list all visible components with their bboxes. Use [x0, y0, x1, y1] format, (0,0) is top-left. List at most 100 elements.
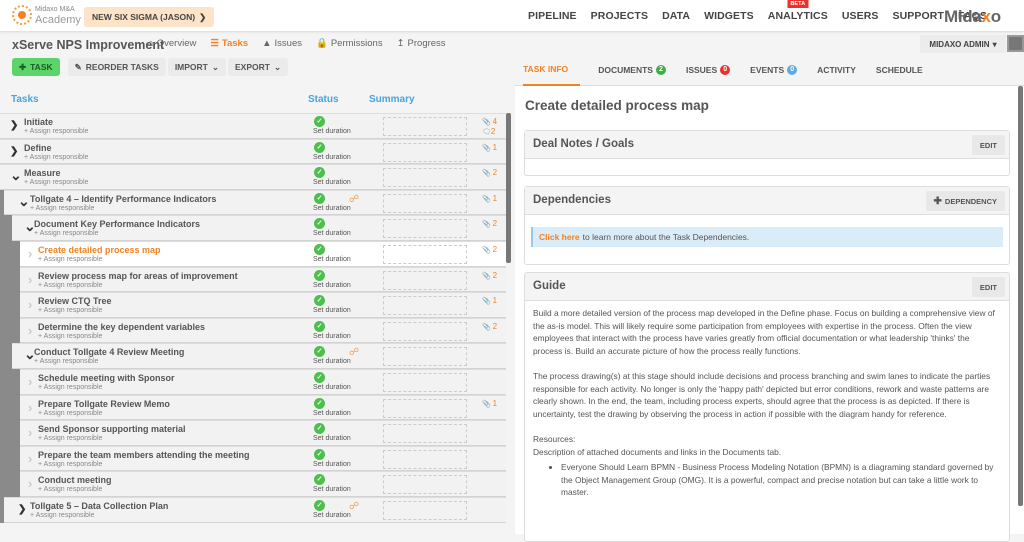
assign-responsible-link[interactable]: + Assign responsible	[30, 205, 94, 212]
set-duration-link[interactable]: Set duration	[313, 435, 351, 442]
summary-field[interactable]	[383, 270, 467, 290]
task-list-scrollbar[interactable]	[506, 113, 511, 263]
chevron-right-icon[interactable]: ›	[28, 272, 32, 287]
column-header-tasks[interactable]: Tasks	[11, 94, 39, 105]
guide-edit-button[interactable]: EDIT	[971, 277, 1005, 297]
export-button[interactable]: EXPORT ⌄	[228, 58, 289, 76]
chevron-right-icon[interactable]: ❯	[10, 146, 18, 157]
set-duration-link[interactable]: Set duration	[313, 410, 351, 417]
status-check-icon[interactable]: ✓	[314, 167, 325, 179]
assign-responsible-link[interactable]: + Assign responsible	[38, 410, 102, 417]
tab-issues[interactable]: ▲ Issues	[262, 38, 302, 49]
attachments-count[interactable]: 📎 1	[482, 194, 497, 203]
status-check-icon[interactable]: ✓	[314, 423, 325, 435]
task-row[interactable]: ⌄ Conduct Tollgate 4 Review Meeting + Assi…	[12, 343, 506, 369]
task-row[interactable]: › Conduct meeting + Assign responsible ✓ Set…	[20, 471, 506, 497]
tab-overview[interactable]: ⌂ Overview	[148, 38, 196, 49]
summary-field[interactable]	[383, 398, 467, 418]
task-name[interactable]: Measure	[24, 168, 61, 178]
nav-projects[interactable]: PROJECTS	[591, 10, 648, 22]
task-name[interactable]: Tollgate 5 – Data Collection Plan	[30, 501, 168, 511]
assign-responsible-link[interactable]: + Assign responsible	[38, 307, 102, 314]
task-row[interactable]: › Review process map for areas of improve…	[20, 266, 506, 293]
attachments-count[interactable]: 📎 2	[482, 271, 497, 280]
task-row[interactable]: ❯ Initiate + Assign responsible ✓ Set durati…	[0, 113, 506, 139]
status-check-icon[interactable]: ✓	[314, 116, 325, 127]
status-check-icon[interactable]: ✓	[314, 244, 325, 255]
task-row[interactable]: ❯ Define + Assign responsible ✓ Set duration…	[0, 138, 506, 165]
attachments-count[interactable]: 📎 1	[482, 143, 497, 152]
nav-widgets[interactable]: WIDGETS	[704, 10, 754, 22]
chevron-right-icon[interactable]: ❯	[10, 120, 18, 131]
chevron-right-icon[interactable]: ❯	[18, 504, 26, 515]
attachments-count[interactable]: 📎 2	[482, 245, 497, 254]
nav-data[interactable]: DATA	[662, 10, 690, 22]
tab-tasks[interactable]: ☰ Tasks	[210, 38, 248, 49]
status-check-icon[interactable]: ✓	[314, 269, 325, 281]
set-duration-link[interactable]: Set duration	[313, 205, 351, 212]
chevron-right-icon[interactable]: ›	[28, 297, 32, 312]
dependency-link-icon[interactable]: ☍	[349, 501, 359, 512]
assign-responsible-link[interactable]: + Assign responsible	[38, 333, 102, 340]
summary-field[interactable]	[383, 193, 467, 213]
chevron-right-icon[interactable]: ›	[28, 476, 32, 491]
task-name[interactable]: Conduct Tollgate 4 Review Meeting	[34, 347, 184, 357]
set-duration-link[interactable]: Set duration	[313, 384, 351, 391]
tab-events[interactable]: EVENTS 0	[750, 55, 811, 86]
attachments-count[interactable]: 📎 2	[482, 168, 497, 177]
assign-responsible-link[interactable]: + Assign responsible	[38, 461, 102, 468]
assign-responsible-link[interactable]: + Assign responsible	[34, 358, 98, 365]
chevron-down-icon[interactable]: ⌄	[10, 167, 22, 184]
set-duration-link[interactable]: Set duration	[313, 179, 351, 186]
set-duration-link[interactable]: Set duration	[313, 358, 351, 365]
nav-analytics[interactable]: ANALYTICS BETA	[768, 0, 828, 22]
summary-field[interactable]	[383, 245, 467, 264]
tab-progress[interactable]: ↥ Progress	[397, 38, 446, 49]
set-duration-link[interactable]: Set duration	[313, 282, 351, 289]
tab-documents[interactable]: DOCUMENTS 2	[598, 55, 680, 86]
status-check-icon[interactable]: ✓	[314, 346, 325, 358]
summary-field[interactable]	[383, 449, 467, 469]
set-duration-link[interactable]: Set duration	[313, 512, 351, 519]
task-row[interactable]: › Prepare the team members attending the …	[20, 445, 506, 472]
import-button[interactable]: IMPORT ⌄	[167, 58, 226, 76]
chevron-down-icon[interactable]: ⌄	[18, 193, 30, 210]
academy-logo[interactable]: Midaxo M&A Academy	[12, 5, 81, 26]
task-name[interactable]: Document Key Performance Indicators	[34, 219, 200, 229]
set-duration-link[interactable]: Set duration	[313, 461, 351, 468]
dependencies-help-link[interactable]: Click here	[539, 232, 580, 242]
summary-field[interactable]	[383, 321, 467, 341]
attachments-count[interactable]: 📎 1	[482, 399, 497, 408]
status-check-icon[interactable]: ✓	[314, 372, 325, 383]
assign-responsible-link[interactable]: + Assign responsible	[34, 230, 98, 237]
summary-field[interactable]	[383, 168, 467, 188]
assign-responsible-link[interactable]: + Assign responsible	[24, 154, 88, 161]
expand-icon[interactable]	[1007, 35, 1024, 52]
status-check-icon[interactable]: ✓	[314, 474, 325, 486]
summary-field[interactable]	[383, 142, 467, 162]
attachments-count[interactable]: 📎 2	[482, 322, 497, 331]
task-row[interactable]: › Prepare Tollgate Review Memo + Assign re…	[20, 394, 506, 421]
task-name[interactable]: Review CTQ Tree	[38, 296, 112, 306]
nav-support[interactable]: SUPPORT	[893, 10, 944, 22]
detail-scrollbar[interactable]	[1018, 86, 1023, 506]
tab-issues[interactable]: ISSUES 0	[686, 55, 744, 86]
add-dependency-button[interactable]: ✚ DEPENDENCY	[925, 191, 1005, 211]
task-name[interactable]: Conduct meeting	[38, 475, 112, 485]
task-row[interactable]: › Review CTQ Tree + Assign responsible ✓ Set…	[20, 292, 506, 318]
assign-responsible-link[interactable]: + Assign responsible	[24, 179, 88, 186]
attachments-count[interactable]: 📎 2	[482, 219, 497, 228]
user-menu[interactable]: MIDAXO ADMIN ▾	[920, 35, 1006, 53]
chevron-right-icon[interactable]: ›	[28, 246, 32, 261]
task-name[interactable]: Tollgate 4 – Identify Performance Indica…	[30, 194, 216, 204]
status-check-icon[interactable]: ✓	[314, 397, 325, 409]
task-row[interactable]: › Determine the key dependent variables + …	[20, 317, 506, 344]
column-header-status[interactable]: Status	[308, 94, 339, 105]
summary-field[interactable]	[383, 373, 467, 392]
summary-field[interactable]	[383, 219, 467, 239]
status-check-icon[interactable]: ✓	[314, 192, 325, 204]
task-row[interactable]: › Send Sponsor supporting material + Assig…	[20, 420, 506, 446]
tab-task-info[interactable]: TASK INFO	[523, 55, 581, 86]
status-check-icon[interactable]: ✓	[314, 320, 325, 332]
set-duration-link[interactable]: Set duration	[313, 128, 351, 135]
